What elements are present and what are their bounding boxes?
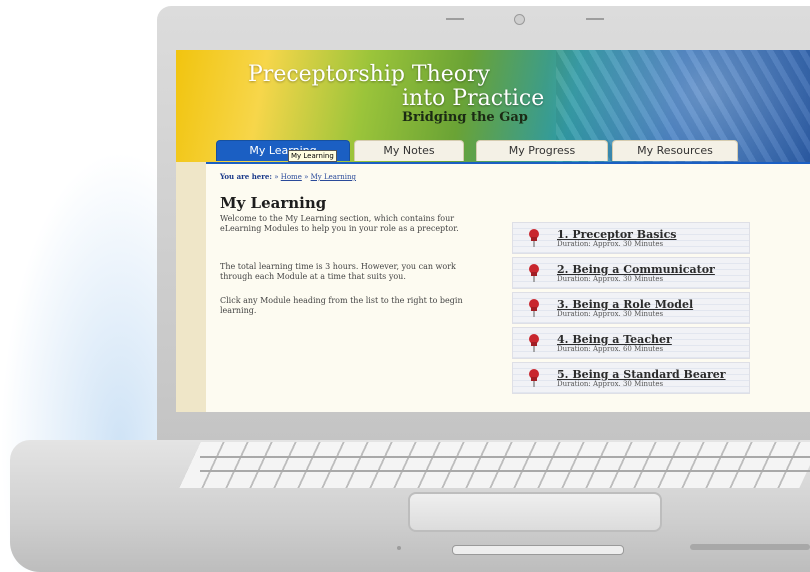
module-item[interactable]: 3. Being a Role Model Duration: Approx. … (512, 292, 750, 324)
breadcrumb: You are here: » Home » My Learning (220, 172, 356, 181)
tab-my-notes[interactable]: My Notes (354, 140, 464, 161)
page-title: My Learning (220, 194, 327, 212)
main-content: You are here: » Home » My Learning My Le… (206, 162, 810, 412)
breadcrumb-separator: » (304, 173, 309, 181)
front-vent (690, 544, 810, 550)
keyboard-row-divider (200, 470, 810, 472)
module-duration: Duration: Approx. 30 Minutes (557, 380, 664, 388)
site-title-line1: Preceptorship Theory (248, 62, 490, 87)
touchpad (408, 492, 662, 532)
keyboard-row-divider (200, 456, 810, 458)
site-subtitle: Bridging the Gap (402, 110, 528, 125)
module-duration: Duration: Approx. 60 Minutes (557, 345, 664, 353)
breadcrumb-home-link[interactable]: Home (281, 173, 302, 181)
intro-paragraph: Welcome to the My Learning section, whic… (220, 214, 459, 233)
tab-bar: My Learning My Notes My Progress My Reso… (176, 134, 810, 164)
tab-my-resources[interactable]: My Resources (612, 140, 738, 161)
module-item[interactable]: 5. Being a Standard Bearer Duration: App… (512, 362, 750, 394)
laptop-screen: Preceptorship Theory into Practice Bridg… (176, 50, 810, 412)
breadcrumb-label: You are here: (220, 172, 272, 181)
front-slot (452, 545, 624, 555)
lid-mark-left (446, 18, 464, 20)
module-duration: Duration: Approx. 30 Minutes (557, 240, 664, 248)
push-pin-icon (529, 369, 539, 387)
power-led-icon (397, 546, 401, 550)
push-pin-icon (529, 264, 539, 282)
push-pin-icon (529, 299, 539, 317)
breadcrumb-separator: » (274, 173, 279, 181)
module-duration: Duration: Approx. 30 Minutes (557, 310, 664, 318)
lid-mark-right (586, 18, 604, 20)
tab-my-progress[interactable]: My Progress (476, 140, 608, 161)
webcam-icon (514, 14, 525, 25)
tab-tooltip: My Learning (288, 150, 337, 162)
keyboard (179, 442, 810, 488)
time-paragraph: The total learning time is 3 hours. Howe… (220, 262, 456, 281)
module-item[interactable]: 1. Preceptor Basics Duration: Approx. 30… (512, 222, 750, 254)
breadcrumb-current-link[interactable]: My Learning (311, 173, 356, 181)
push-pin-icon (529, 334, 539, 352)
module-duration: Duration: Approx. 30 Minutes (557, 275, 664, 283)
push-pin-icon (529, 229, 539, 247)
module-item[interactable]: 2. Being a Communicator Duration: Approx… (512, 257, 750, 289)
site-title-line2: into Practice (402, 86, 545, 111)
instruction-paragraph: Click any Module heading from the list t… (220, 296, 463, 315)
module-item[interactable]: 4. Being a Teacher Duration: Approx. 60 … (512, 327, 750, 359)
